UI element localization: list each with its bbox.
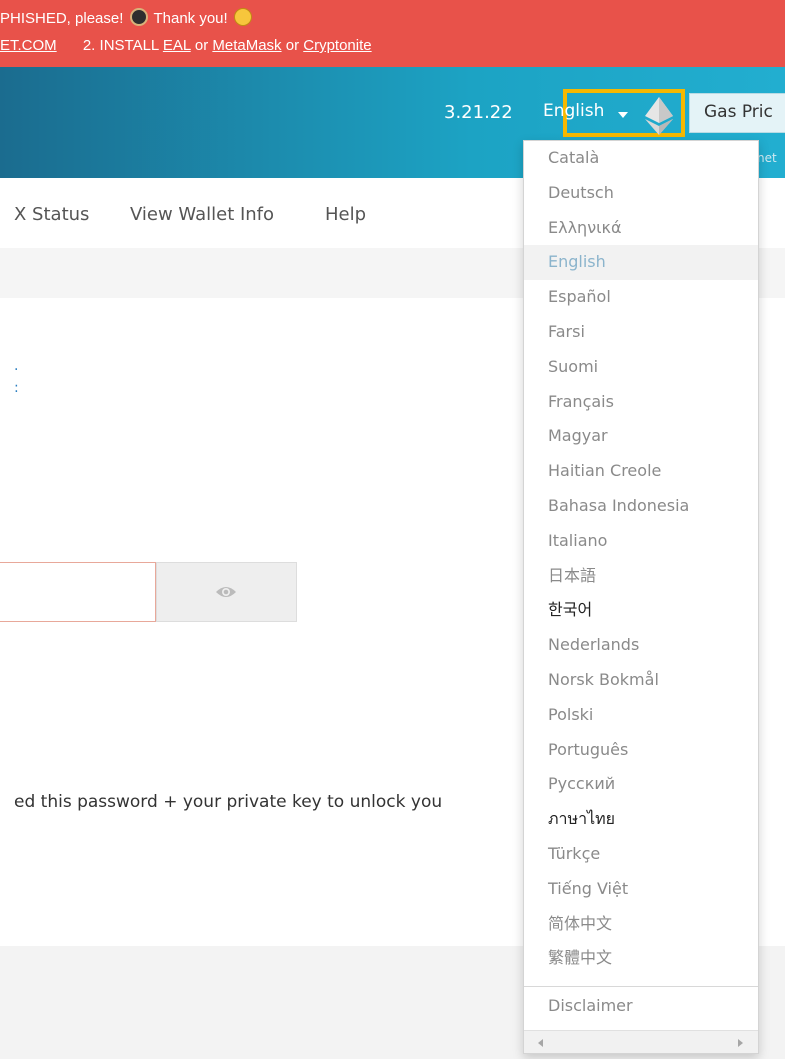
language-option[interactable]: Español [524,280,758,315]
banner-line-1: PHISHED, please! Thank you! [0,8,254,27]
language-selected-label: English [543,101,605,121]
banner-thanks-text: Thank you! [153,10,228,27]
language-option[interactable]: Català [524,141,758,176]
scroll-right-arrow-icon[interactable] [738,1039,743,1047]
password-input[interactable] [0,562,156,622]
nav-item-view-wallet-info[interactable]: View Wallet Info [130,204,274,225]
banner-line-2: ET.COM 2. INSTALL EAL or MetaMask or Cry… [0,37,372,54]
password-hint-text: ed this password + your private key to u… [14,792,443,812]
language-option[interactable]: Polski [524,698,758,733]
network-text: net [757,151,777,165]
eal-link[interactable]: EAL [163,37,191,54]
banner-or-text-2: or [285,37,300,54]
language-option[interactable]: Русский [524,767,758,802]
language-option[interactable]: 日本語 [524,559,758,594]
language-option[interactable]: Türkçe [524,837,758,872]
disclaimer-menu-item[interactable]: Disclaimer [524,989,758,1024]
banner-or-text-1: or [194,37,209,54]
nav-item-tx-status[interactable]: X Status [14,204,89,225]
language-option[interactable]: 简体中文 [524,907,758,942]
cryptonite-link[interactable]: Cryptonite [303,37,371,54]
banner-install-text: 2. INSTALL [82,37,159,54]
language-option[interactable]: Ελληνικά [524,211,758,246]
language-option[interactable]: 한국어 [524,593,758,628]
scroll-left-arrow-icon[interactable] [538,1039,543,1047]
language-option[interactable]: Norsk Bokmål [524,663,758,698]
language-option[interactable]: Suomi [524,350,758,385]
language-option[interactable]: English [524,245,758,281]
metamask-link[interactable]: MetaMask [212,37,281,54]
caret-down-icon [618,112,628,118]
language-option[interactable]: Farsi [524,315,758,350]
language-option[interactable]: Italiano [524,524,758,559]
language-option[interactable]: Tiếng Việt [524,872,758,907]
menu-divider [524,986,758,987]
link-fragment[interactable]: . [14,358,18,374]
language-option[interactable]: Français [524,385,758,420]
show-password-button[interactable] [156,562,297,622]
language-option[interactable]: Português [524,733,758,768]
language-option[interactable]: Nederlands [524,628,758,663]
smile-emoji-icon [233,8,252,26]
nav-item-help[interactable]: Help [325,204,366,225]
language-option[interactable]: Bahasa Indonesia [524,489,758,524]
language-option[interactable]: 繁體中文 [524,941,758,976]
banner-domain-link[interactable]: ET.COM [0,37,57,54]
warning-banner: PHISHED, please! Thank you! ET.COM 2. IN… [0,0,785,67]
version-number: 3.21.22 [444,102,513,123]
link-fragment[interactable]: : [14,380,19,396]
language-option[interactable]: Haitian Creole [524,454,758,489]
spy-emoji-icon [129,8,148,26]
language-option[interactable]: Magyar [524,419,758,454]
ethereum-icon [645,97,673,135]
banner-phishing-text: PHISHED, please! [0,10,124,27]
eye-icon [216,587,236,597]
language-dropdown-menu: Català Deutsch Ελληνικά English Español Farsi… [523,140,759,1054]
gas-price-label: Gas Pric [704,102,773,122]
gas-price-button[interactable]: Gas Pric [689,93,785,133]
horizontal-scrollbar[interactable] [524,1030,758,1053]
language-list: Català Deutsch Ελληνικά English Español Farsi… [524,141,758,976]
language-option[interactable]: ภาษาไทย [524,802,758,837]
language-option[interactable]: Deutsch [524,176,758,211]
